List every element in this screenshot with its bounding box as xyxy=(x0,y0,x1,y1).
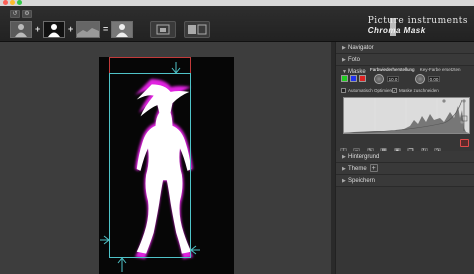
section-speichern[interactable]: ▶ Speichern xyxy=(336,175,474,187)
section-navigator[interactable]: ▶ Navigator xyxy=(336,42,474,54)
brand-logo: Picture instruments Chroma Mask xyxy=(368,16,468,35)
plus-operator: + xyxy=(35,24,41,34)
color-restore-knob[interactable] xyxy=(374,74,384,84)
mask-crop-checkbox[interactable]: ✓ xyxy=(392,88,397,94)
reset-mask-button[interactable] xyxy=(460,139,469,147)
histogram-graph xyxy=(343,98,469,134)
section-hintergrund[interactable]: ▶ Hintergrund xyxy=(336,151,474,163)
toolbar: ↺ ⚙ + + = Picture instruments Chroma Mas… xyxy=(0,6,474,42)
key-color-value[interactable]: 0.00 xyxy=(428,76,440,82)
result-thumbnail[interactable] xyxy=(111,21,133,38)
section-foto[interactable]: ▶ Foto xyxy=(336,54,474,66)
mask-tabs: Farbwiederherstellung Key-Farbe ersetzte… xyxy=(370,67,465,72)
top-handle-icon xyxy=(171,62,181,74)
minimize-window-button[interactable] xyxy=(10,0,15,5)
undo-icon[interactable]: ↺ xyxy=(10,10,20,18)
product-name: Chroma Mask xyxy=(367,26,426,35)
histogram-handle-icon xyxy=(442,99,446,103)
key-color-green-swatch[interactable] xyxy=(341,75,348,82)
histogram-handle-icon xyxy=(462,99,466,103)
key-color-blue-swatch[interactable] xyxy=(350,75,357,82)
settings-icon[interactable]: ⚙ xyxy=(22,10,32,18)
auto-optimize-checkbox[interactable] xyxy=(341,88,346,94)
crop-handles[interactable] xyxy=(0,42,335,274)
brand-name: Picture instruments xyxy=(367,16,468,26)
view-single-button[interactable] xyxy=(150,21,176,38)
section-theme[interactable]: ▶ Theme + xyxy=(336,163,474,175)
view-split-button[interactable] xyxy=(184,21,210,38)
image-canvas[interactable] xyxy=(0,42,335,274)
left-handle-icon xyxy=(100,235,110,245)
tab-key-color-replace[interactable]: Key-Farbe ersetzten xyxy=(420,67,461,72)
mask-crop-option[interactable]: ✓ Maske zuschneiden xyxy=(392,88,439,94)
key-color-knob[interactable] xyxy=(415,74,425,84)
color-restore-value[interactable]: 10.0 xyxy=(387,76,399,82)
equals-operator: = xyxy=(103,24,109,34)
tab-color-restore[interactable]: Farbwiederherstellung xyxy=(370,67,415,72)
histogram[interactable] xyxy=(343,97,470,134)
settings-panel: ▶ Navigator ▶ Foto ▼Maske Farbwiederherste… xyxy=(335,42,474,274)
add-theme-button[interactable]: + xyxy=(369,164,378,173)
background-image-thumbnail[interactable] xyxy=(76,21,100,38)
mask-thumbnail[interactable] xyxy=(43,21,65,38)
auto-optimize-option[interactable]: Automatisch Optimieren xyxy=(341,88,396,94)
right-handle-icon xyxy=(190,245,200,255)
foreground-image-thumbnail[interactable] xyxy=(10,21,32,38)
zoom-window-button[interactable] xyxy=(17,0,22,5)
bottom-handle-icon xyxy=(117,257,127,272)
key-color-red-swatch[interactable] xyxy=(359,75,366,82)
plus-operator: + xyxy=(68,24,74,34)
close-window-button[interactable] xyxy=(3,0,8,5)
